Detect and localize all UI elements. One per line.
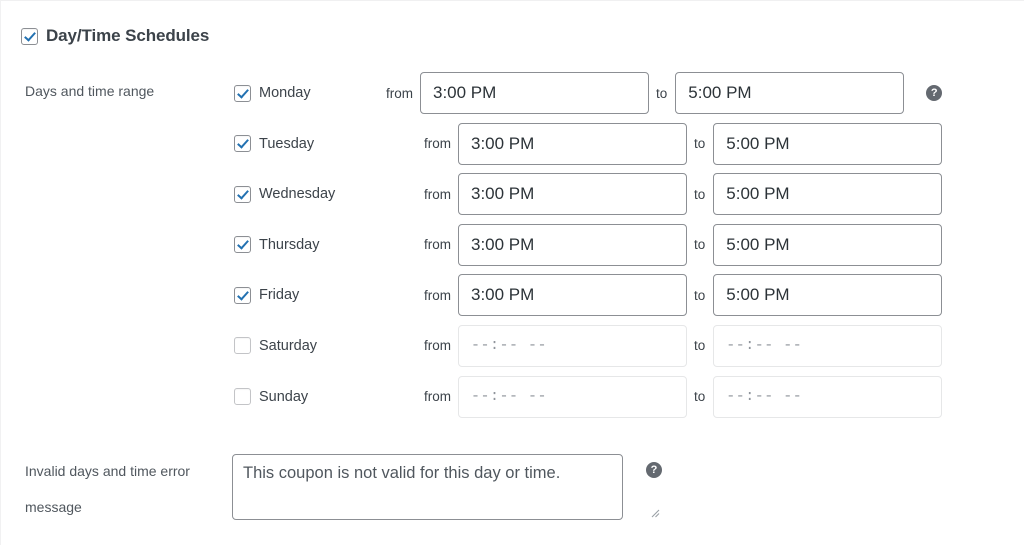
schedule-rows: Monday from 3:00 PM to 5:00 PM? Tuesday from 3:… [234,71,943,425]
to-label: to [694,389,706,405]
day-label: Wednesday [259,186,336,203]
error-message-group: This coupon is not valid for this day or… [232,454,662,520]
checkbox-sunday[interactable] [234,388,251,406]
from-label: from [424,338,451,354]
help-icon-days-and-time-range[interactable]: ? [926,85,943,101]
checkbox-thursday[interactable] [234,236,251,254]
day-label: Monday [259,85,311,101]
time-to-input-sunday[interactable]: --:-- -- [713,375,943,418]
from-label: from [424,389,451,405]
to-label: to [694,338,706,354]
time-from-input-wednesday[interactable]: 3:00 PM [458,173,687,216]
time-from-input-thursday[interactable]: 3:00 PM [458,223,687,266]
from-label: from [386,85,413,101]
checkbox-tuesday[interactable] [234,135,251,153]
time-from-input-saturday[interactable]: --:-- -- [458,324,687,367]
schedule-row: Wednesday from 3:00 PM to 5:00 PM [234,172,943,216]
checkbox-friday[interactable] [234,286,251,304]
from-label: from [424,237,451,253]
day-label: Sunday [259,388,309,405]
to-label: to [694,237,706,253]
section-header: Day/Time Schedules [21,26,209,46]
error-message-textarea[interactable]: This coupon is not valid for this day or… [232,454,623,520]
schedule-row: Tuesday from 3:00 PM to 5:00 PM [234,122,943,166]
help-icon-error-message[interactable]: ? [646,462,662,478]
time-to-input-wednesday[interactable]: 5:00 PM [713,173,943,216]
day-cell: Tuesday [234,135,386,153]
day-label: Thursday [259,236,320,253]
time-to-input-thursday[interactable]: 5:00 PM [713,223,943,266]
time-to-input-monday[interactable]: 5:00 PM [675,72,905,114]
time-from-input-monday[interactable]: 3:00 PM [420,72,649,114]
time-from-input-tuesday[interactable]: 3:00 PM [458,122,687,165]
time-to-input-saturday[interactable]: --:-- -- [713,324,943,367]
day-cell: Saturday [234,337,386,355]
day-time-schedules-toggle-checkbox[interactable] [21,27,38,45]
checkbox-monday[interactable] [234,84,251,102]
time-to-input-tuesday[interactable]: 5:00 PM [713,122,943,165]
time-from-input-sunday[interactable]: --:-- -- [458,375,687,418]
days-and-time-range-label: Days and time range [25,83,155,99]
from-label: from [424,287,451,303]
day-cell: Wednesday [234,185,386,203]
schedule-row: Friday from 3:00 PM to 5:00 PM [234,273,943,317]
day-cell: Thursday [234,236,386,254]
to-label: to [694,136,706,152]
day-cell: Friday [234,286,386,304]
from-label: from [424,186,451,202]
day-time-schedules-panel: Day/Time Schedules Days and time range I… [0,0,1024,545]
checkbox-saturday[interactable] [234,337,251,355]
to-label: to [694,186,706,202]
schedule-row: Thursday from 3:00 PM to 5:00 PM [234,223,943,267]
day-label: Friday [259,287,300,304]
time-from-input-friday[interactable]: 3:00 PM [458,274,687,317]
time-to-input-friday[interactable]: 5:00 PM [713,274,943,317]
schedule-row: Saturday from --:-- -- to --:-- -- [234,324,943,368]
page-title: Day/Time Schedules [46,26,210,45]
schedule-row: Sunday from --:-- -- to --:-- -- [234,375,943,419]
day-label: Tuesday [259,135,315,152]
day-cell: Monday [234,84,386,102]
checkbox-wednesday[interactable] [234,185,251,203]
day-cell: Sunday [234,388,386,406]
to-label: to [656,85,668,101]
from-label: from [424,136,451,152]
resize-handle-icon[interactable] [648,506,660,518]
schedule-row: Monday from 3:00 PM to 5:00 PM? [234,71,943,115]
to-label: to [694,287,706,303]
day-label: Saturday [259,337,318,354]
invalid-days-error-label: Invalid days and time error message [25,463,190,515]
